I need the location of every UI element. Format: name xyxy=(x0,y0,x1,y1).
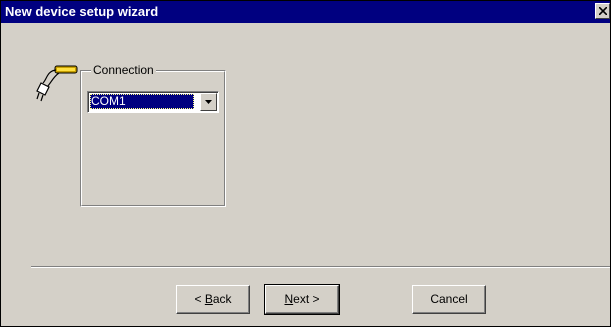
next-button-mnemonic: N xyxy=(284,292,294,306)
back-button[interactable]: < Back xyxy=(176,285,250,314)
close-button[interactable] xyxy=(595,3,610,19)
next-button[interactable]: Next > xyxy=(264,284,340,315)
title-bar[interactable]: New device setup wizard xyxy=(1,1,610,23)
dropdown-button[interactable] xyxy=(200,93,217,111)
back-button-prefix: < xyxy=(194,292,205,306)
footer-separator xyxy=(31,266,610,268)
back-button-mnemonic: B xyxy=(204,292,213,306)
connection-group-label: Connection xyxy=(91,63,156,77)
close-icon xyxy=(599,7,607,15)
window-title: New device setup wizard xyxy=(5,4,159,19)
back-button-rest: ack xyxy=(212,292,232,306)
next-button-rest: ext > xyxy=(293,292,320,306)
cancel-button-label: Cancel xyxy=(430,292,468,306)
connection-port-select[interactable]: COM1 xyxy=(87,91,219,113)
wizard-dialog: New device setup wizard Connection COM1 … xyxy=(0,0,611,327)
serial-cable-icon xyxy=(36,65,78,102)
chevron-down-icon xyxy=(205,100,212,104)
selected-port-value[interactable]: COM1 xyxy=(90,94,194,109)
cancel-button[interactable]: Cancel xyxy=(412,285,486,314)
